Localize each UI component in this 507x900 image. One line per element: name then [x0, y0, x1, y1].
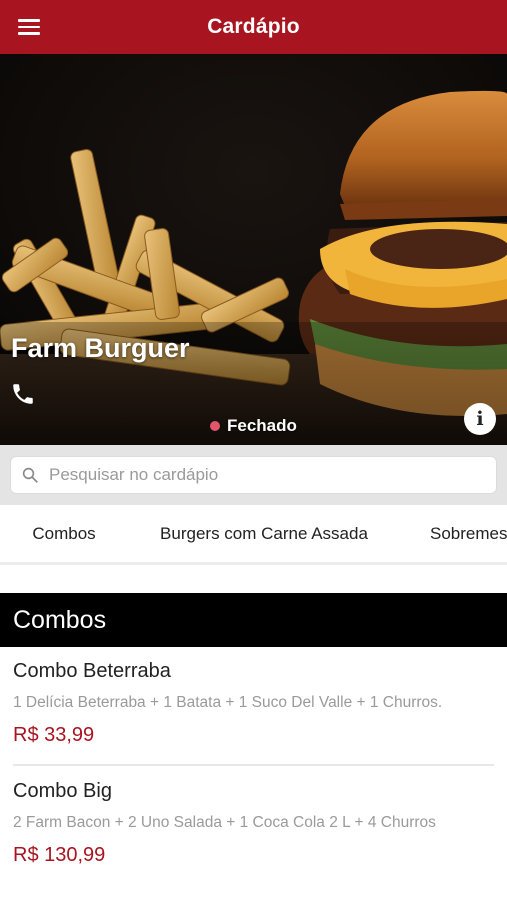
- search-input[interactable]: [49, 460, 469, 490]
- section-title: Combos: [13, 605, 107, 634]
- status-label: Fechado: [227, 416, 297, 435]
- item-price: R$ 33,99: [13, 724, 95, 746]
- search-icon: [22, 467, 38, 483]
- item-name: Combo Big: [13, 780, 112, 802]
- item-description: 2 Farm Bacon + 2 Uno Salada + 1 Coca Col…: [13, 814, 436, 831]
- category-tabs: Combos Burgers com Carne Assada Sobremes…: [0, 505, 507, 565]
- tab-combos[interactable]: Combos: [0, 505, 128, 562]
- menu-item[interactable]: Combo Big 2 Farm Bacon + 2 Uno Salada + …: [13, 780, 494, 867]
- store-name: Farm Burguer: [11, 333, 190, 363]
- info-icon[interactable]: i: [464, 403, 496, 435]
- tab-burgers-com-carne-assada[interactable]: Burgers com Carne Assada: [143, 505, 385, 562]
- hamburger-menu-icon[interactable]: [18, 14, 52, 40]
- menu-line: [18, 25, 40, 29]
- app-bar: Cardápio: [0, 0, 507, 54]
- status-dot-icon: [210, 421, 220, 431]
- menu-line: [18, 32, 40, 35]
- item-price: R$ 130,99: [13, 844, 106, 866]
- menu-item[interactable]: Combo Beterraba 1 Delícia Beterraba + 1 …: [13, 660, 494, 747]
- item-name: Combo Beterraba: [13, 660, 171, 682]
- item-divider: [13, 764, 494, 766]
- store-hero-banner: Farm Burguer Fechado i: [0, 54, 507, 445]
- menu-line: [18, 19, 40, 22]
- section-header: Combos: [0, 593, 507, 647]
- page-title: Cardápio: [207, 15, 300, 38]
- search-bar: [0, 445, 507, 505]
- store-status: Fechado: [210, 416, 297, 436]
- item-description: 1 Delícia Beterraba + 1 Batata + 1 Suco …: [13, 694, 443, 711]
- tab-sobremesas[interactable]: Sobremesas: [415, 505, 507, 562]
- search-box[interactable]: [10, 456, 497, 494]
- phone-icon[interactable]: [10, 381, 36, 407]
